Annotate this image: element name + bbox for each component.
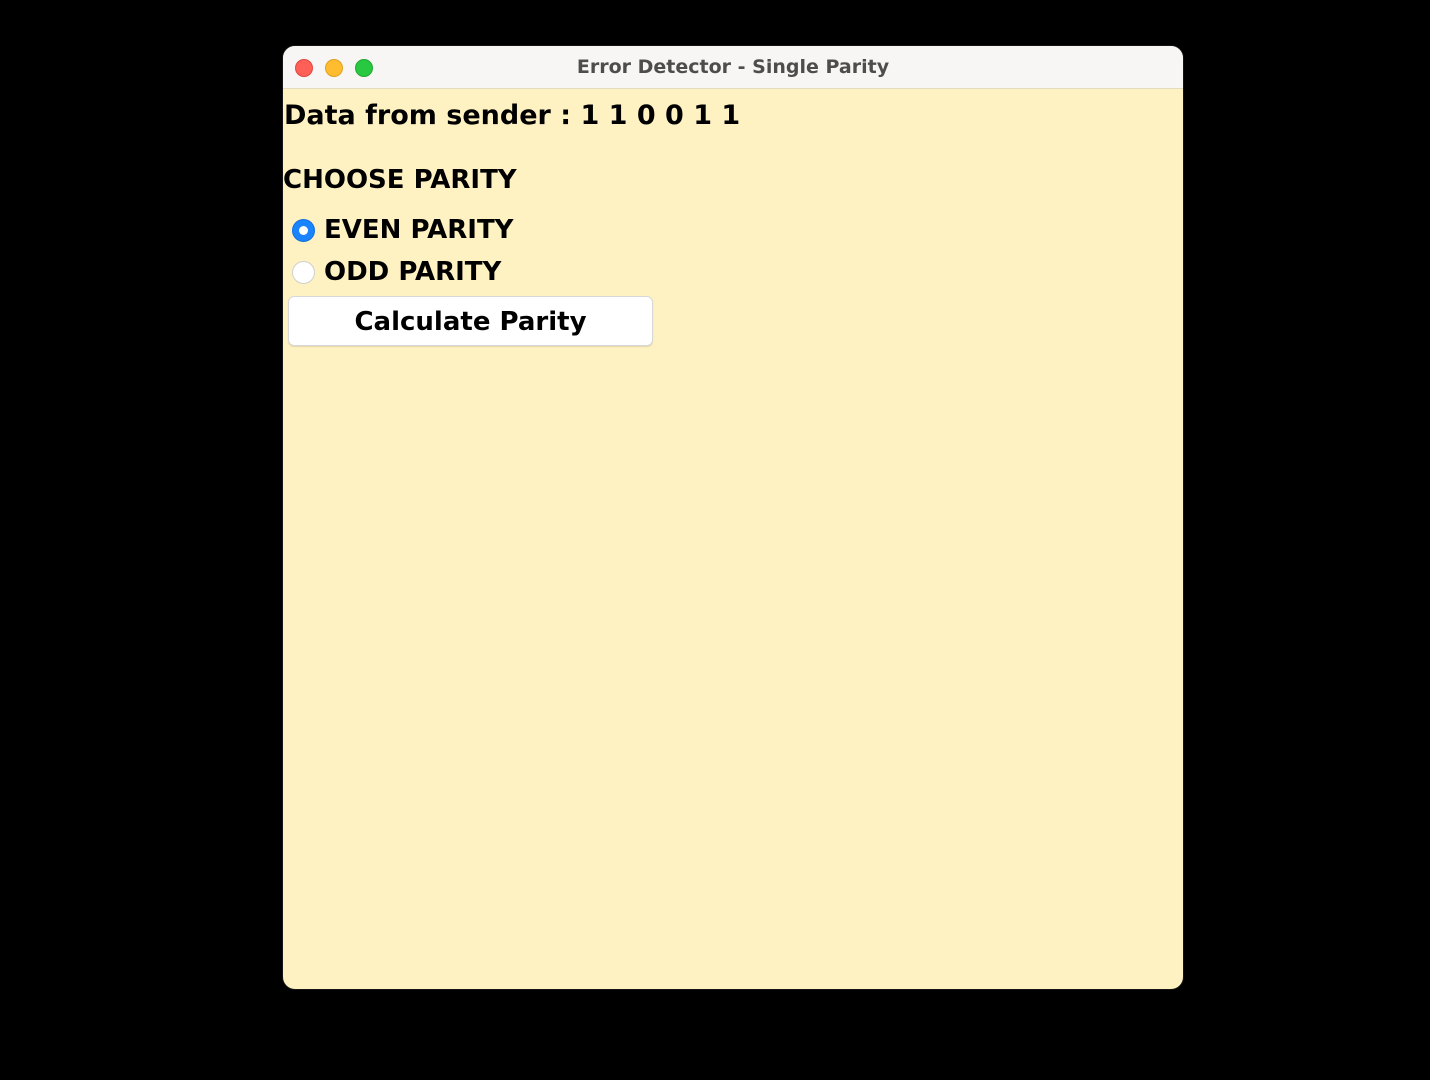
odd-parity-label[interactable]: ODD PARITY xyxy=(324,257,501,287)
choose-parity-heading: CHOOSE PARITY xyxy=(283,165,517,195)
title-bar: Error Detector - Single Parity xyxy=(283,46,1183,89)
even-parity-option[interactable]: EVEN PARITY xyxy=(292,215,514,245)
app-window: Error Detector - Single Parity Data from… xyxy=(283,46,1183,989)
window-title: Error Detector - Single Parity xyxy=(576,56,890,78)
calculate-parity-button[interactable]: Calculate Parity xyxy=(288,296,653,346)
odd-parity-radio[interactable] xyxy=(292,260,315,284)
even-parity-label[interactable]: EVEN PARITY xyxy=(324,215,514,245)
sender-data-label: Data from sender : 1 1 0 0 1 1 xyxy=(284,100,741,131)
even-parity-radio[interactable] xyxy=(292,218,315,242)
odd-parity-option[interactable]: ODD PARITY xyxy=(292,257,501,287)
main-content: Data from sender : 1 1 0 0 1 1 CHOOSE PA… xyxy=(283,89,1183,989)
